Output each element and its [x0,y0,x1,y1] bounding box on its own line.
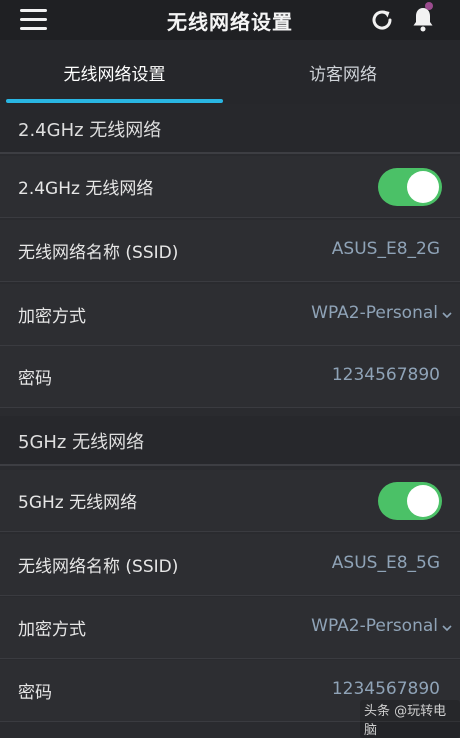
enable-5g-toggle[interactable] [378,482,442,520]
password-2g-value[interactable]: 1234567890 [332,365,440,385]
refresh-icon[interactable] [368,6,396,34]
encryption-5g-select[interactable]: WPA2-Personal [311,616,438,636]
tab-bar: 无线网络设置 访客网络 [0,40,460,104]
section-title-5g: 5GHz 无线网络 [18,432,145,453]
enable-2g-label: 2.4GHz 无线网络 [18,179,154,199]
row-2g-enable: 2.4GHz 无线网络 [0,156,460,218]
password-5g-value[interactable]: 1234567890 [332,679,440,699]
encryption-2g-label: 加密方式 [18,307,86,327]
chevron-down-icon [442,312,452,319]
ssid-2g-value[interactable]: ASUS_E8_2G [332,239,440,259]
enable-5g-label: 5GHz 无线网络 [18,493,138,513]
row-5g-enable: 5GHz 无线网络 [0,470,460,532]
ssid-2g-label: 无线网络名称 (SSID) [18,243,179,263]
row-5g-encryption[interactable]: 加密方式 WPA2-Personal [0,597,460,659]
watermark: 头条 @玩转电脑 [360,700,460,738]
row-2g-password[interactable]: 密码 1234567890 [0,346,460,408]
active-tab-indicator [6,99,223,103]
password-2g-label: 密码 [18,369,52,389]
tab-guest-network[interactable]: 访客网络 [232,40,454,104]
chevron-down-icon [442,625,452,632]
row-2g-ssid[interactable]: 无线网络名称 (SSID) ASUS_E8_2G [0,220,460,282]
bell-icon[interactable] [408,4,438,34]
enable-2g-toggle[interactable] [378,168,442,206]
encryption-5g-label: 加密方式 [18,620,86,640]
row-2g-encryption[interactable]: 加密方式 WPA2-Personal [0,284,460,346]
tab-wireless-settings[interactable]: 无线网络设置 [6,40,223,104]
ssid-5g-label: 无线网络名称 (SSID) [18,557,179,577]
password-5g-label: 密码 [18,683,52,703]
top-bar: 无线网络设置 [0,0,460,40]
section-header-5g: 5GHz 无线网络 [0,416,460,466]
notification-dot [425,2,433,10]
section-header-2g: 2.4GHz 无线网络 [0,104,460,154]
encryption-2g-select[interactable]: WPA2-Personal [311,303,438,323]
row-5g-ssid[interactable]: 无线网络名称 (SSID) ASUS_E8_5G [0,534,460,596]
section-title-2g: 2.4GHz 无线网络 [18,120,162,141]
ssid-5g-value[interactable]: ASUS_E8_5G [332,553,440,573]
